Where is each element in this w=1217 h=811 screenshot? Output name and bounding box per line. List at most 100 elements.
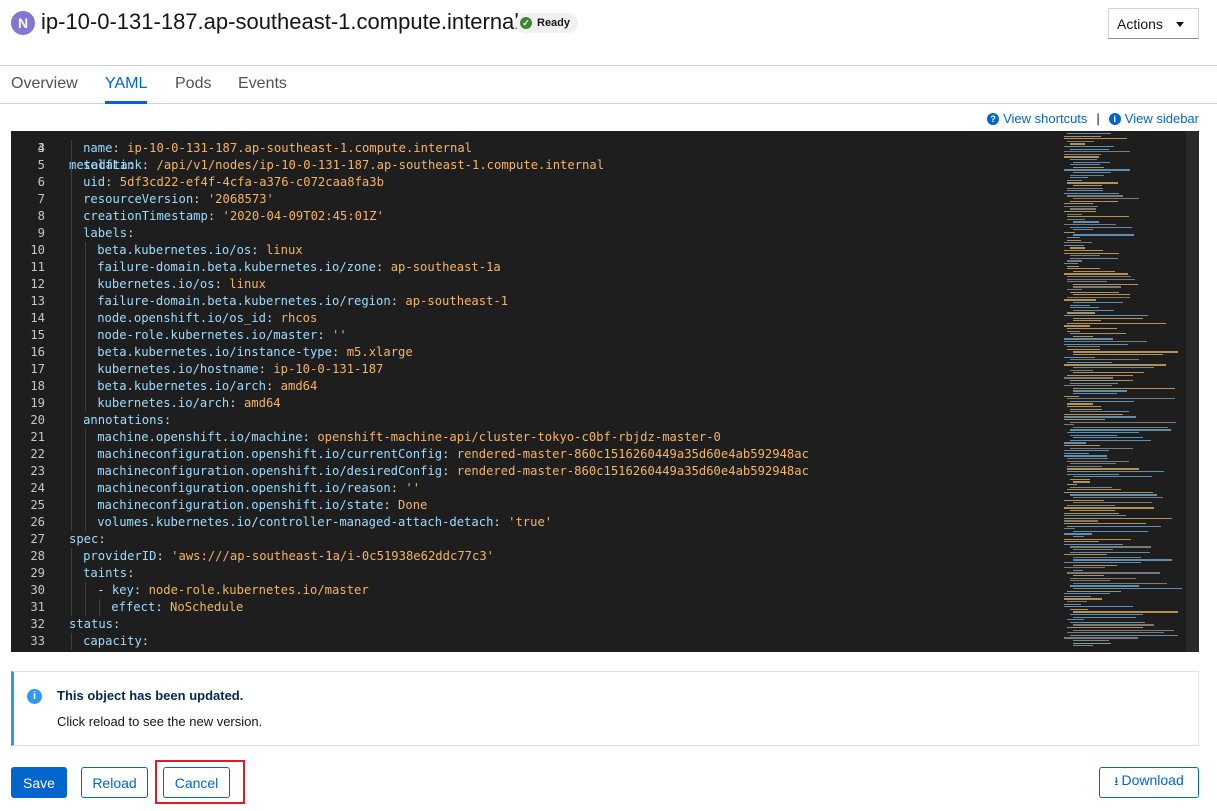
code-text: machineconfiguration.openshift.io/state:… xyxy=(97,497,427,514)
editor-minimap[interactable] xyxy=(1064,131,1186,652)
indent-guide xyxy=(71,565,72,582)
minimap-stroke xyxy=(1064,205,1098,208)
code-text: failure-domain.beta.kubernetes.io/region… xyxy=(97,293,508,310)
minimap-stroke xyxy=(1073,161,1110,163)
tab-yaml[interactable]: YAML xyxy=(105,75,148,104)
indent-guide xyxy=(71,276,72,293)
minimap-stroke xyxy=(1073,270,1115,273)
code-line: 15 node-role.kubernetes.io/master: '' xyxy=(11,327,1061,344)
minimap-stroke xyxy=(1073,335,1094,338)
indent-guide xyxy=(85,514,87,531)
minimap-stroke xyxy=(1064,452,1089,455)
line-number: 11 xyxy=(30,260,45,274)
line-number: 28 xyxy=(30,549,45,563)
minimap-stroke xyxy=(1070,159,1097,161)
code-text: uid: 5df3cd22-ef4f-4cfa-a376-c072caa8fa3… xyxy=(83,174,384,191)
yaml-colon: : xyxy=(302,430,310,444)
minimap-stroke xyxy=(1067,601,1088,603)
minimap-stroke xyxy=(1070,369,1094,371)
yaml-colon: : xyxy=(127,566,135,580)
minimap-stroke xyxy=(1064,343,1128,345)
cancel-highlight-box xyxy=(155,760,245,804)
minimap-stroke xyxy=(1067,504,1116,507)
tab-pods[interactable]: Pods xyxy=(175,75,211,104)
minimap-stroke xyxy=(1067,195,1123,197)
minimap-stroke xyxy=(1070,148,1110,150)
yaml-value: linux xyxy=(265,243,303,257)
minimap-stroke xyxy=(1067,572,1160,574)
yaml-key: spec xyxy=(69,532,99,546)
indent-guide xyxy=(71,259,72,276)
view-shortcuts-link[interactable]: View shortcuts xyxy=(1003,111,1087,126)
minimap-stroke xyxy=(1064,341,1147,343)
line-number: 7 xyxy=(37,192,45,206)
indent-guide xyxy=(85,599,87,616)
code-text: creationTimestamp: '2020-04-09T02:45:01Z… xyxy=(83,208,384,225)
yaml-editor[interactable]: 3 metadata: 4 name: ip-10-0-131-187.ap-so… xyxy=(11,131,1199,652)
minimap-stroke xyxy=(1064,450,1110,452)
line-number: 14 xyxy=(30,311,45,325)
indent-guide xyxy=(71,599,72,616)
download-button[interactable]: ⭳ Download xyxy=(1099,767,1199,798)
code-text: status: xyxy=(69,616,120,633)
yaml-colon: : xyxy=(258,362,266,376)
minimap-stroke xyxy=(1067,216,1130,218)
info-circle-icon: i xyxy=(27,689,42,704)
yaml-value: rendered-master-860c1516260449a35d60e4ab… xyxy=(456,464,809,478)
minimap-stroke xyxy=(1073,390,1128,392)
save-button[interactable]: Save xyxy=(11,767,67,798)
minimap-stroke xyxy=(1064,242,1092,244)
indent-guide xyxy=(71,514,72,531)
yaml-value: 5df3cd22-ef4f-4cfa-a376-c072caa8fa3b xyxy=(119,175,384,189)
actions-label: Actions xyxy=(1117,15,1163,32)
actions-dropdown[interactable]: Actions xyxy=(1108,8,1199,39)
line-number: 23 xyxy=(30,464,45,478)
minimap-stroke xyxy=(1067,312,1096,314)
minimap-stroke xyxy=(1067,627,1143,629)
indent-guide xyxy=(71,242,72,259)
yaml-key: machineconfiguration.openshift.io/state xyxy=(97,498,384,512)
minimap-stroke xyxy=(1070,447,1133,449)
minimap-stroke xyxy=(1064,151,1131,153)
minimap-stroke xyxy=(1073,234,1134,236)
minimap-stroke xyxy=(1064,138,1127,140)
yaml-key: creationTimestamp xyxy=(83,209,208,223)
minimap-stroke xyxy=(1070,291,1120,293)
indent-guide xyxy=(71,191,72,208)
yaml-key: status xyxy=(69,617,114,631)
minimap-stroke xyxy=(1073,351,1178,353)
minimap-stroke xyxy=(1064,169,1130,171)
minimap-stroke xyxy=(1070,400,1135,403)
minimap-stroke xyxy=(1064,595,1091,598)
yaml-key: failure-domain.beta.kubernetes.io/region xyxy=(97,294,391,308)
yaml-key: node.openshift.io/os_id xyxy=(97,311,266,325)
minimap-stroke xyxy=(1064,543,1124,546)
view-sidebar-link[interactable]: View sidebar xyxy=(1125,111,1199,126)
minimap-stroke xyxy=(1073,582,1167,585)
yaml-key: selfLink xyxy=(83,158,142,172)
minimap-stroke xyxy=(1070,546,1151,548)
minimap-stroke xyxy=(1064,538,1131,540)
code-line: 6 uid: 5df3cd22-ef4f-4cfa-a376-c072caa8fa… xyxy=(11,174,1061,191)
yaml-colon: : xyxy=(390,294,399,308)
minimap-stroke xyxy=(1067,468,1139,470)
indent-guide xyxy=(71,463,72,480)
editor-scrollbar[interactable] xyxy=(1186,131,1199,652)
tab-events[interactable]: Events xyxy=(238,75,287,104)
code-text: volumes.kubernetes.io/controller-managed… xyxy=(97,514,552,531)
minimap-stroke xyxy=(1064,231,1076,234)
page-title: ip-10-0-131-187.ap-southeast-1.compute.i… xyxy=(41,9,520,34)
minimap-stroke xyxy=(1073,629,1174,631)
minimap-stroke xyxy=(1073,497,1163,499)
reload-button[interactable]: Reload xyxy=(81,767,148,798)
code-text: capacity: xyxy=(83,633,149,650)
minimap-stroke xyxy=(1067,374,1133,377)
code-text: spec: xyxy=(69,531,106,548)
tab-overview[interactable]: Overview xyxy=(11,75,78,104)
yaml-key: providerID xyxy=(83,549,157,563)
minimap-stroke xyxy=(1064,203,1094,205)
minimap-stroke xyxy=(1070,208,1096,210)
yaml-colon: : xyxy=(214,277,222,291)
minimap-stroke xyxy=(1070,307,1099,309)
minimap-stroke xyxy=(1064,593,1111,595)
